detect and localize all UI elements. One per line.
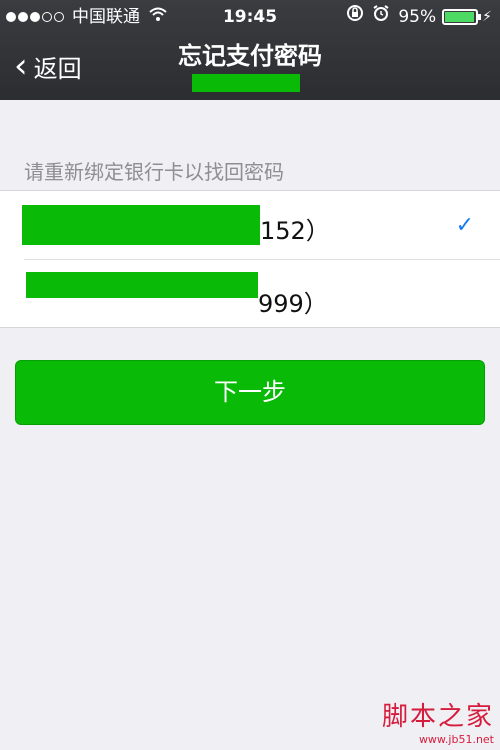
page-title: 忘记支付密码	[178, 42, 322, 70]
watermark-text: 脚本之家	[381, 702, 494, 732]
watermark-logo: 脚本之家 www.jb51.net	[382, 696, 494, 746]
status-bar: 中国联通 19:45 95% ⚡	[0, 0, 500, 34]
top-bar: 中国联通 19:45 95% ⚡ ‹ 返回 忘记支付密码	[0, 0, 500, 100]
battery-fill	[445, 12, 474, 22]
nav-bar: ‹ 返回 忘记支付密码	[0, 34, 500, 100]
battery-icon	[442, 9, 482, 25]
screen: 中国联通 19:45 95% ⚡ ‹ 返回 忘记支付密码 请重新绑定银行卡以找回…	[0, 0, 500, 750]
watermark-url: www.jb51.net	[418, 733, 494, 746]
bank-card-list: 152） ✓ 999）	[0, 190, 500, 328]
card-number-suffix: 152）	[260, 217, 330, 245]
card-number-suffix: 999）	[258, 290, 328, 318]
battery-percent: 95%	[398, 7, 437, 27]
checkmark-icon: ✓	[455, 213, 474, 238]
alarm-icon	[372, 0, 390, 34]
bank-card-row[interactable]: 999）	[0, 260, 500, 328]
redaction-block	[22, 205, 260, 245]
charging-bolt-icon: ⚡	[482, 9, 492, 25]
redaction-block	[192, 74, 300, 92]
rotation-lock-icon	[346, 0, 364, 34]
status-right: 95% ⚡	[346, 0, 492, 34]
section-hint: 请重新绑定银行卡以找回密码	[24, 160, 284, 184]
redaction-block	[26, 272, 258, 298]
bank-card-row[interactable]: 152） ✓	[0, 191, 500, 260]
next-step-button[interactable]: 下一步	[15, 360, 485, 425]
